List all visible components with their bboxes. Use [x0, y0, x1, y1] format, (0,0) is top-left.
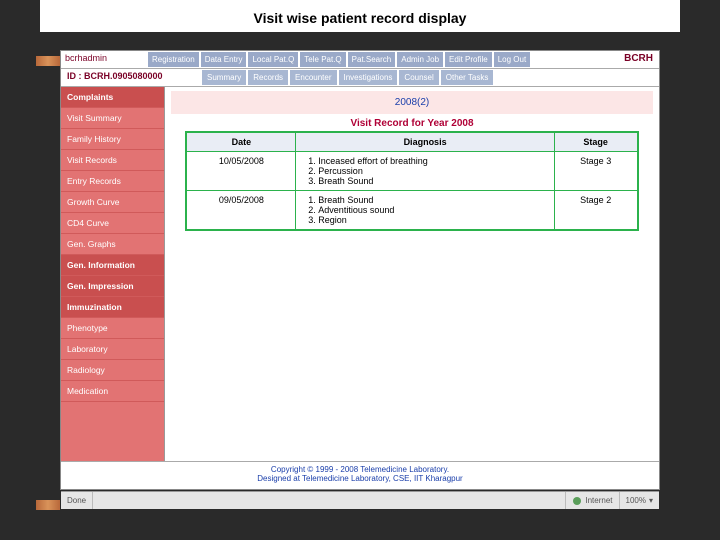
- topnav-data-entry[interactable]: Data Entry: [201, 52, 247, 67]
- sidebar-item-gen-impression[interactable]: Gen. Impression: [61, 276, 164, 297]
- sidebar-item-cd-curve[interactable]: CD4 Curve: [61, 213, 164, 234]
- brand-left: bcrhadmin: [61, 51, 147, 68]
- slide-caption: Visit wise patient record display: [40, 0, 680, 32]
- sidebar-item-visit-records[interactable]: Visit Records: [61, 150, 164, 171]
- topnav-tele-pat-q[interactable]: Tele Pat.Q: [300, 52, 345, 67]
- diagnosis-item: Adventitious sound: [318, 205, 548, 215]
- record-title: Visit Record for Year 2008: [171, 118, 653, 129]
- status-zoom[interactable]: 100% ▾: [619, 492, 659, 509]
- chevron-down-icon: ▾: [649, 496, 653, 505]
- footer-line1: Copyright © 1999 - 2008 Telemedicine Lab…: [61, 465, 659, 474]
- status-bar: Done Internet 100% ▾: [61, 491, 659, 509]
- subnav-summary[interactable]: Summary: [202, 70, 246, 85]
- cell-diagnosis: Breath SoundAdventitious soundRegion: [296, 191, 555, 231]
- diagnosis-item: Breath Sound: [318, 176, 548, 186]
- top-bar: bcrhadmin RegistrationData EntryLocal Pa…: [61, 51, 659, 69]
- sidebar-item-immuzination[interactable]: Immuzination: [61, 297, 164, 318]
- patient-id-label: ID : BCRH.0905080000: [61, 69, 201, 86]
- year-band[interactable]: 2008(2): [171, 91, 653, 114]
- cell-date: 09/05/2008: [186, 191, 295, 231]
- main-panel: 2008(2) Visit Record for Year 2008 DateD…: [165, 87, 659, 461]
- subnav-records[interactable]: Records: [248, 70, 288, 85]
- col-diagnosis: Diagnosis: [296, 132, 555, 152]
- app-body: ComplaintsVisit SummaryFamily HistoryVis…: [61, 87, 659, 461]
- cell-date: 10/05/2008: [186, 152, 295, 191]
- status-zoom-label: 100%: [626, 496, 646, 505]
- sidebar-item-gen-graphs[interactable]: Gen. Graphs: [61, 234, 164, 255]
- sidebar-item-complaints[interactable]: Complaints: [61, 87, 164, 108]
- status-left: Done: [61, 492, 93, 509]
- topnav-edit-profile[interactable]: Edit Profile: [445, 52, 492, 67]
- status-zone-label: Internet: [585, 496, 612, 505]
- sidebar-item-entry-records[interactable]: Entry Records: [61, 171, 164, 192]
- sidebar-item-growth-curve[interactable]: Growth Curve: [61, 192, 164, 213]
- sidebar-item-laboratory[interactable]: Laboratory: [61, 339, 164, 360]
- diagnosis-item: Inceased effort of breathing: [318, 156, 548, 166]
- table-row[interactable]: 10/05/2008Inceased effort of breathingPe…: [186, 152, 637, 191]
- sidebar-item-medication[interactable]: Medication: [61, 381, 164, 402]
- diagnosis-item: Region: [318, 215, 548, 225]
- subnav-other-tasks[interactable]: Other Tasks: [441, 70, 494, 85]
- top-nav: RegistrationData EntryLocal Pat.QTele Pa…: [147, 51, 531, 68]
- diagnosis-item: Breath Sound: [318, 195, 548, 205]
- subnav-investigations[interactable]: Investigations: [339, 70, 398, 85]
- sidebar: ComplaintsVisit SummaryFamily HistoryVis…: [61, 87, 165, 461]
- topnav-local-pat-q[interactable]: Local Pat.Q: [248, 52, 298, 67]
- visit-record-table: DateDiagnosisStage 10/05/2008Inceased ef…: [185, 131, 638, 231]
- footer-line2: Designed at Telemedicine Laboratory, CSE…: [61, 474, 659, 483]
- sidebar-item-phenotype[interactable]: Phenotype: [61, 318, 164, 339]
- topnav-registration[interactable]: Registration: [148, 52, 199, 67]
- sidebar-item-radiology[interactable]: Radiology: [61, 360, 164, 381]
- subnav-counsel[interactable]: Counsel: [399, 70, 438, 85]
- footer: Copyright © 1999 - 2008 Telemedicine Lab…: [61, 461, 659, 491]
- brand-right: BCRH: [618, 51, 659, 68]
- decor-stripe-bottom: [36, 500, 60, 510]
- diagnosis-item: Percussion: [318, 166, 548, 176]
- col-stage: Stage: [554, 132, 637, 152]
- topnav-pat-search[interactable]: Pat.Search: [348, 52, 396, 67]
- app-window: bcrhadmin RegistrationData EntryLocal Pa…: [60, 50, 660, 490]
- sidebar-item-family-history[interactable]: Family History: [61, 129, 164, 150]
- status-zone: Internet: [565, 492, 618, 509]
- decor-stripe: [36, 56, 60, 66]
- internet-zone-icon: [572, 496, 582, 506]
- cell-stage: Stage 2: [554, 191, 637, 231]
- sub-nav: SummaryRecordsEncounterInvestigationsCou…: [201, 69, 494, 86]
- topnav-log-out[interactable]: Log Out: [494, 52, 530, 67]
- id-bar: ID : BCRH.0905080000 SummaryRecordsEncou…: [61, 69, 659, 87]
- subnav-encounter[interactable]: Encounter: [290, 70, 336, 85]
- cell-diagnosis: Inceased effort of breathingPercussionBr…: [296, 152, 555, 191]
- sidebar-item-visit-summary[interactable]: Visit Summary: [61, 108, 164, 129]
- cell-stage: Stage 3: [554, 152, 637, 191]
- topnav-admin-job[interactable]: Admin Job: [397, 52, 443, 67]
- col-date: Date: [186, 132, 295, 152]
- table-row[interactable]: 09/05/2008Breath SoundAdventitious sound…: [186, 191, 637, 231]
- sidebar-item-gen-information[interactable]: Gen. Information: [61, 255, 164, 276]
